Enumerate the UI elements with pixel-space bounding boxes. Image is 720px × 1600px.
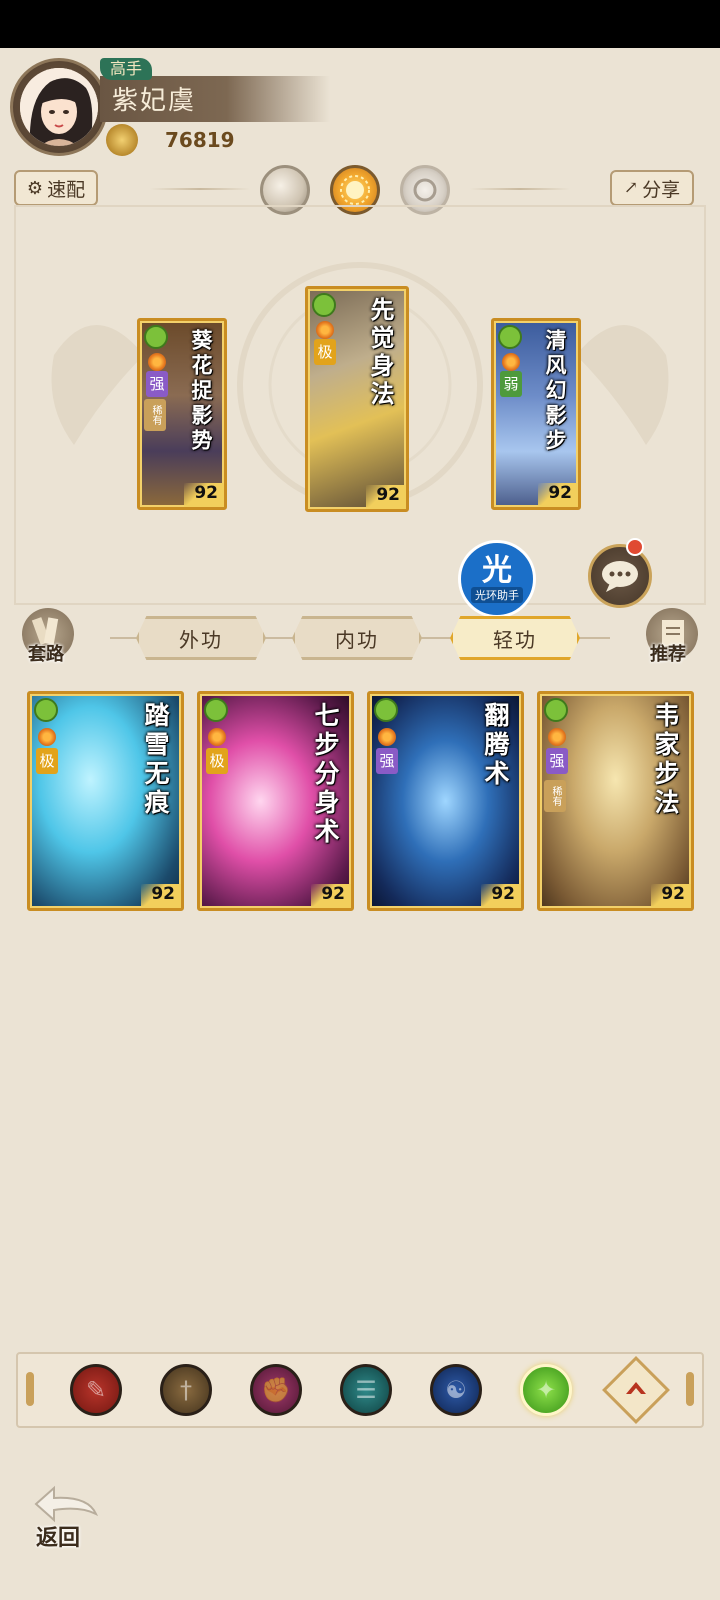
skill-level: 92 (661, 884, 685, 904)
skill-level: 92 (151, 884, 175, 904)
grade-tag: 极 (206, 748, 228, 774)
skill-card[interactable]: 极 踏雪无痕 92 (27, 691, 184, 911)
fist-school-icon[interactable]: ✊ (250, 1364, 302, 1416)
skill-level: 92 (491, 884, 515, 904)
skill-level: 92 (194, 483, 218, 503)
grade-tag: 弱 (500, 371, 522, 397)
divider (470, 188, 570, 190)
back-button[interactable]: 返回 (28, 1480, 108, 1551)
skill-level: 92 (548, 483, 572, 503)
skill-title: 清风幻影步 (543, 329, 568, 454)
sun-icon (548, 728, 566, 746)
skill-level: 92 (376, 485, 400, 505)
sword-school-icon[interactable]: † (160, 1364, 212, 1416)
school-badge-icon (144, 325, 168, 349)
divider (150, 188, 250, 190)
player-name: 紫妃虞 (112, 86, 197, 116)
quick-match-label: 速配 (47, 178, 86, 201)
sun-icon (208, 728, 226, 746)
skill-card[interactable]: 强 翻腾术 92 (367, 691, 524, 911)
skill-title: 七步分身术 (311, 702, 340, 847)
status-bar (0, 0, 720, 48)
assistant-label: 光环助手 (471, 587, 523, 603)
notification-dot (626, 538, 644, 556)
tab-light-label: 轻功 (493, 627, 537, 652)
skill-level: 92 (321, 884, 345, 904)
equipped-card[interactable]: 弱 清风幻影步 92 (491, 318, 581, 510)
taiji-school-icon[interactable]: ☯ (430, 1364, 482, 1416)
tab-inner[interactable]: 内功 (292, 616, 422, 660)
rank-tag: 高手 (100, 58, 152, 80)
gear-icon: ⚙ (26, 177, 44, 199)
bar-end-ornament (26, 1372, 34, 1406)
skill-title: 葵花捉影势 (189, 329, 214, 454)
fan-school-icon[interactable]: ☰ (340, 1364, 392, 1416)
recommend-label: 推荐 (650, 644, 686, 665)
grade-tag: 强 (376, 748, 398, 774)
avatar-portrait-icon (20, 68, 98, 146)
blade-school-icon[interactable]: ✎ (70, 1364, 122, 1416)
sun-icon (38, 728, 56, 746)
sun-icon (316, 321, 334, 339)
grade-tag: 强 (146, 371, 168, 397)
tab-outer-label: 外功 (179, 627, 223, 652)
school-badge-icon (544, 698, 568, 722)
tab-outer[interactable]: 外功 (136, 616, 266, 660)
chat-button[interactable] (588, 544, 652, 608)
skill-title: 翻腾术 (481, 702, 510, 789)
chat-icon (602, 561, 638, 592)
grade-tag: 极 (36, 748, 58, 774)
assistant-logo-icon: 光 (482, 553, 512, 588)
skill-title: 先觉身法 (366, 297, 395, 409)
rare-tag: 稀有 (544, 780, 566, 812)
share-button[interactable]: ↗ 分享 (610, 170, 694, 206)
skill-title: 踏雪无痕 (141, 702, 170, 818)
share-icon: ↗ (623, 178, 639, 198)
grade-tag: 强 (546, 748, 568, 774)
tab-inner-label: 内功 (335, 627, 379, 652)
skill-card[interactable]: 极 七步分身术 92 (197, 691, 354, 911)
sun-icon (148, 353, 166, 371)
assistant-badge[interactable]: 光 光环助手 (458, 540, 536, 618)
skill-card[interactable]: 强 稀有 韦家步法 92 (537, 691, 694, 911)
equipped-card[interactable]: 强 稀有 葵花捉影势 92 (137, 318, 227, 510)
school-badge-icon (312, 293, 336, 317)
skill-title: 韦家步法 (651, 702, 680, 818)
sun-icon (502, 353, 520, 371)
school-badge-icon (204, 698, 228, 722)
equipped-card[interactable]: 极 先觉身法 92 (305, 286, 409, 512)
school-badge-icon (498, 325, 522, 349)
power-value: 76819 (165, 128, 235, 152)
back-label: 返回 (36, 1525, 81, 1551)
school-badge-icon (374, 698, 398, 722)
quick-match-button[interactable]: ⚙ 速配 (14, 170, 98, 206)
school-badge-icon (34, 698, 58, 722)
set-label: 套路 (28, 644, 64, 665)
avatar[interactable] (20, 68, 98, 146)
up-arrow-icon (626, 1382, 646, 1394)
hidden-weapon-school-icon[interactable]: ✦ (520, 1364, 572, 1416)
sun-icon (378, 728, 396, 746)
power-icon (106, 124, 138, 156)
grade-tag: 极 (314, 339, 336, 365)
tab-light[interactable]: 轻功 (450, 616, 580, 660)
rare-tag: 稀有 (144, 399, 166, 431)
bar-end-ornament (686, 1372, 694, 1406)
share-label: 分享 (642, 178, 681, 201)
